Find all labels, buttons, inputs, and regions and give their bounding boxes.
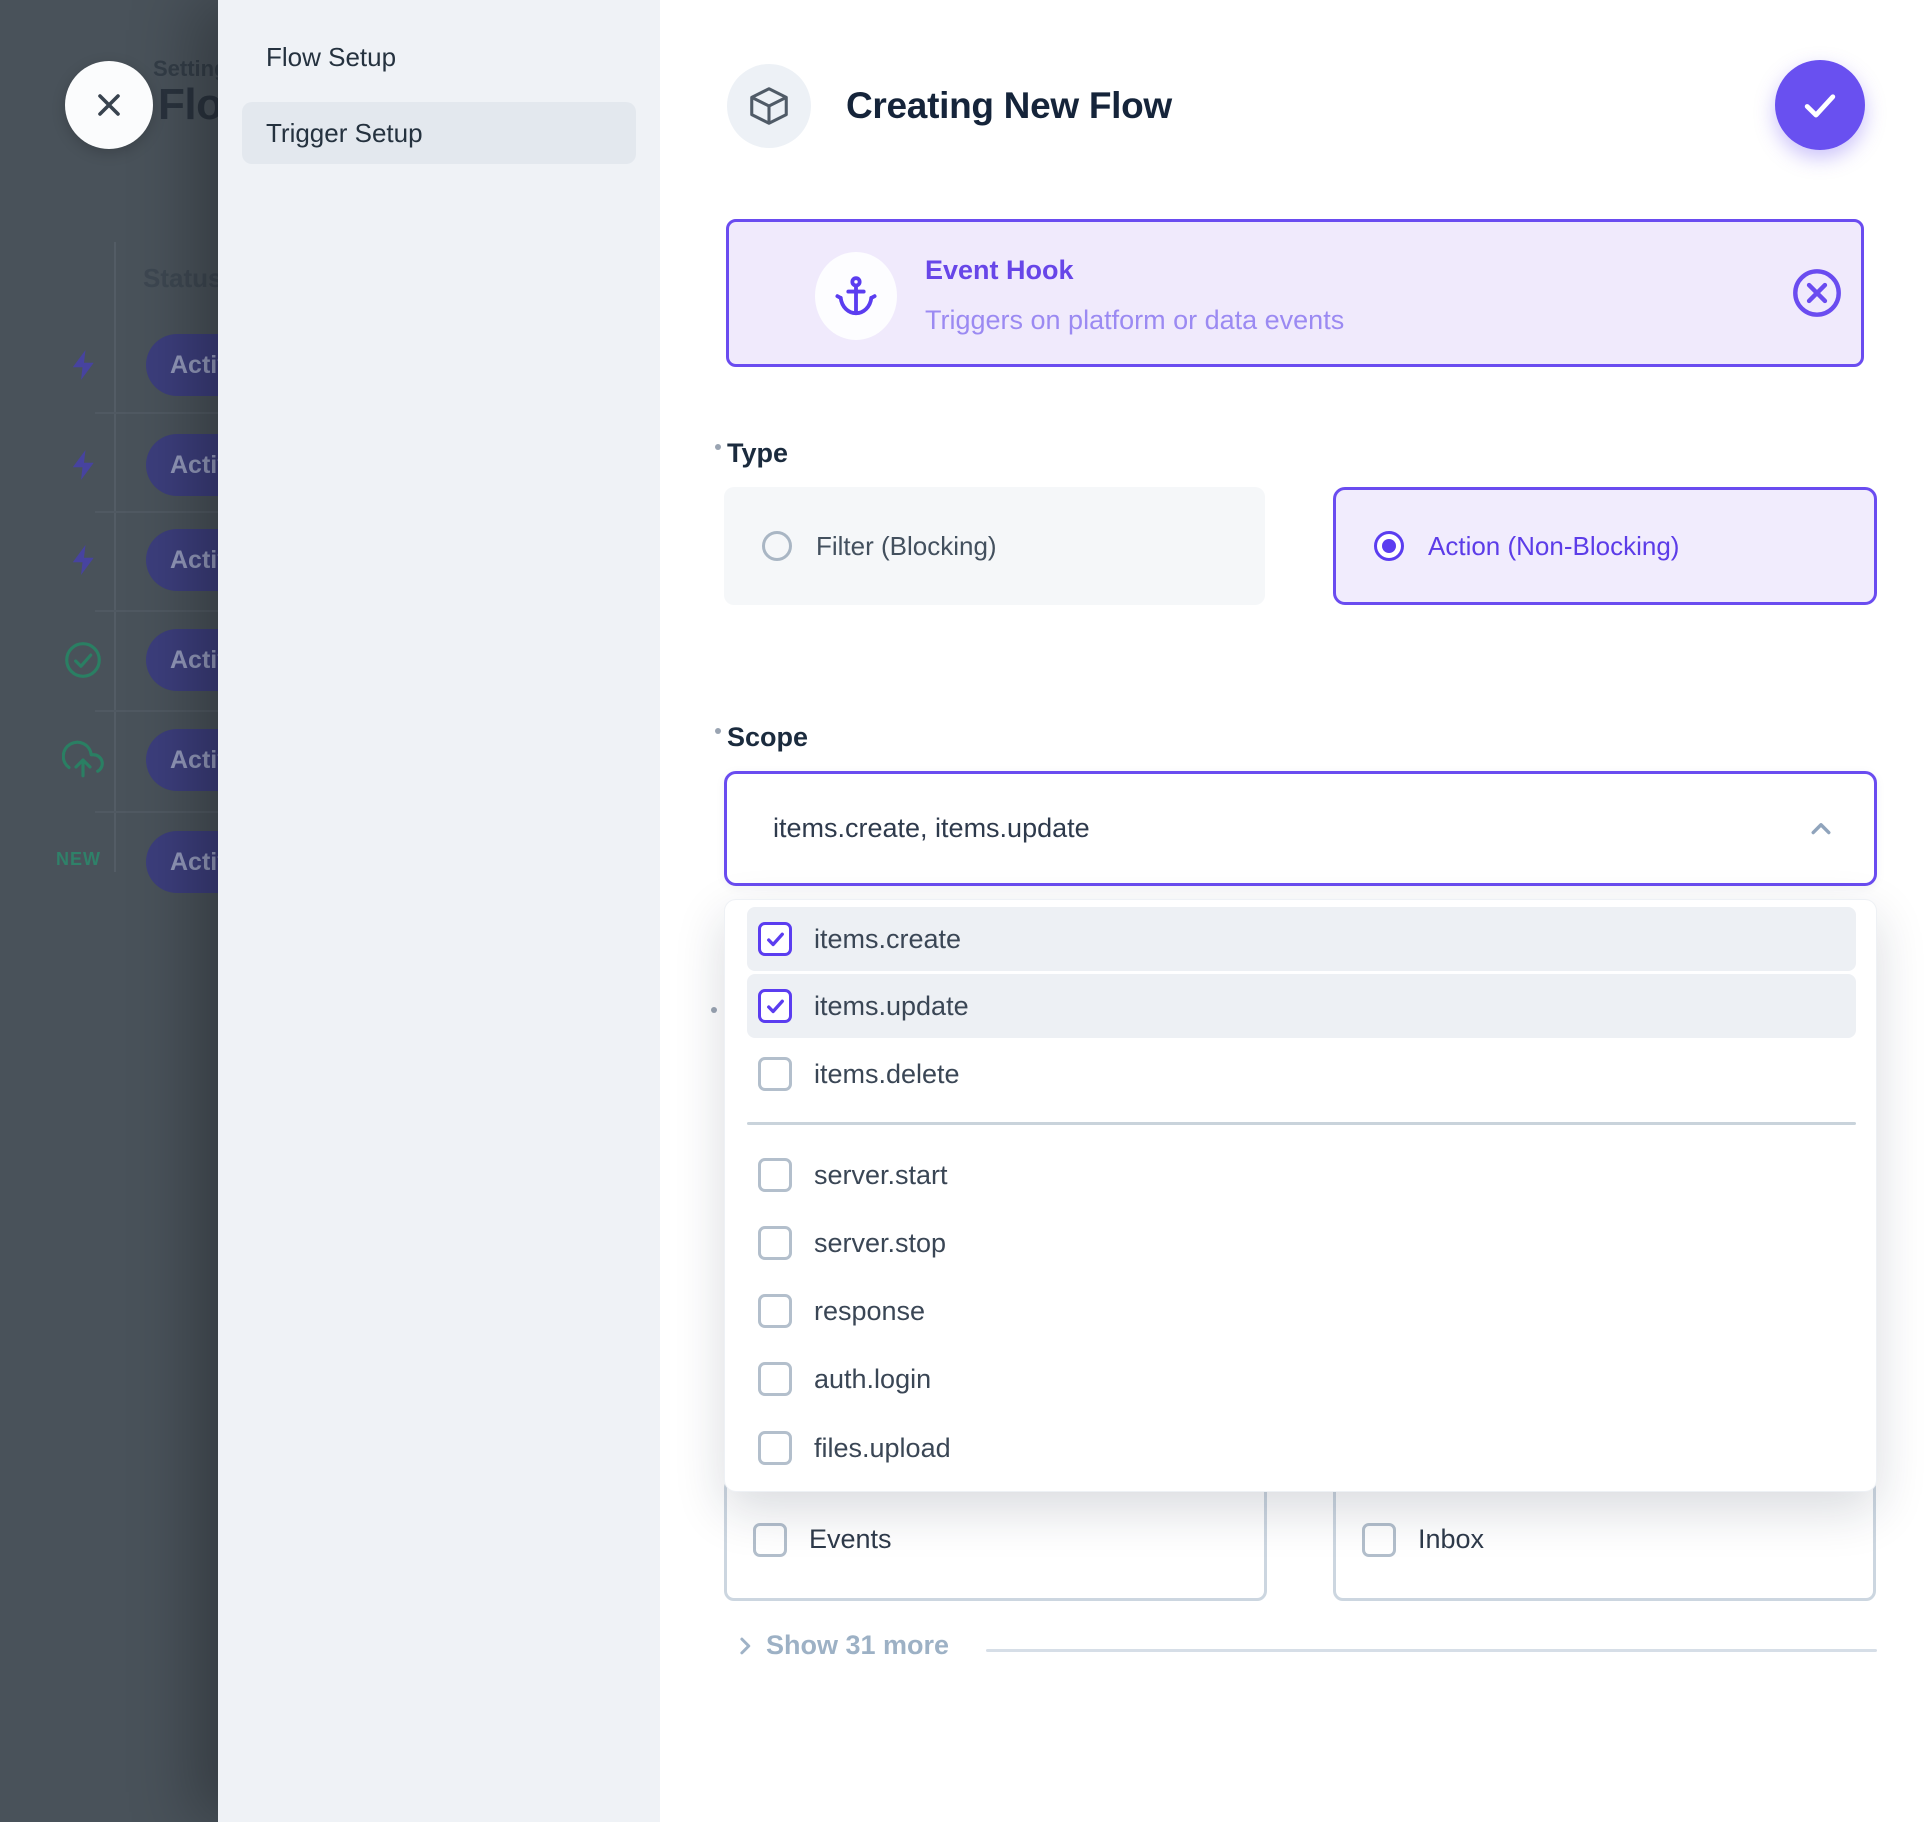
bolt-icon (66, 347, 102, 383)
scope-option-server-start[interactable]: server.start (747, 1143, 1856, 1207)
collection-label: Inbox (1418, 1524, 1484, 1555)
type-option-label: Filter (Blocking) (816, 531, 997, 562)
table-row: Active (0, 629, 218, 691)
divider (986, 1649, 1877, 1652)
checkbox-unchecked-icon[interactable] (758, 1294, 792, 1328)
type-option-action[interactable]: Action (Non-Blocking) (1333, 487, 1877, 605)
scope-option-server-stop[interactable]: server.stop (747, 1211, 1856, 1275)
scope-option-label: server.stop (814, 1228, 946, 1259)
checkbox-unchecked-icon[interactable] (758, 1362, 792, 1396)
scope-option-label: auth.login (814, 1364, 931, 1395)
column-header-status: Status (143, 263, 222, 294)
collection-card-events[interactable]: Events (724, 1478, 1267, 1601)
check-circle-icon (62, 639, 104, 681)
cube-icon (746, 83, 792, 129)
flow-type-badge (727, 64, 811, 148)
chevron-right-icon (730, 1631, 760, 1661)
trigger-name: Event Hook (925, 255, 1074, 286)
checkbox-unchecked-icon[interactable] (758, 1057, 792, 1091)
collection-card-inbox[interactable]: Inbox (1333, 1478, 1876, 1601)
scope-option-label: items.create (814, 924, 961, 955)
scope-option-items-delete[interactable]: items.delete (747, 1042, 1856, 1106)
sidebar-item-trigger-setup[interactable]: Trigger Setup (242, 102, 636, 164)
scope-option-label: files.upload (814, 1433, 951, 1464)
radio-selected-icon[interactable] (1374, 531, 1404, 561)
table-row: Active (0, 729, 218, 791)
checkbox-unchecked-icon[interactable] (758, 1431, 792, 1465)
trigger-description: Triggers on platform or data events (925, 305, 1344, 336)
scope-option-label: items.delete (814, 1059, 960, 1090)
row-divider (95, 811, 218, 813)
type-section-label: Type (727, 438, 788, 469)
type-option-filter[interactable]: Filter (Blocking) (724, 487, 1265, 605)
scope-option-files-upload[interactable]: files.upload (747, 1416, 1856, 1480)
scope-option-label: response (814, 1296, 925, 1327)
checkbox-checked-icon[interactable] (758, 922, 792, 956)
anchor-icon (833, 273, 879, 319)
trigger-avatar (815, 252, 897, 340)
nav-item-label: Trigger Setup (266, 118, 423, 149)
collection-label: Events (809, 1524, 892, 1555)
required-dot (715, 728, 721, 734)
close-icon (91, 87, 127, 123)
checkbox-checked-icon[interactable] (758, 989, 792, 1023)
row-divider (95, 710, 218, 712)
drawer-title: Creating New Flow (846, 85, 1172, 127)
scope-option-label: items.update (814, 991, 969, 1022)
scope-section-label: Scope (727, 722, 808, 753)
dropdown-divider (747, 1122, 1856, 1125)
show-more-button[interactable]: Show 31 more (730, 1630, 949, 1661)
scope-option-items-create[interactable]: items.create (747, 907, 1856, 971)
table-row: Active (0, 334, 218, 396)
row-divider (95, 610, 218, 612)
scope-selected-values: items.create, items.update (773, 813, 1804, 844)
bolt-icon (66, 542, 102, 578)
row-divider (95, 511, 218, 513)
radio-unselected-icon[interactable] (762, 531, 792, 561)
new-tag: NEW (56, 849, 101, 870)
row-divider (95, 412, 218, 414)
check-icon (1798, 83, 1842, 127)
scope-multiselect-input[interactable]: items.create, items.update (724, 771, 1877, 886)
table-row: NEW Active (0, 831, 218, 893)
table-row: Active (0, 434, 218, 496)
required-dot (715, 444, 721, 450)
scope-option-response[interactable]: response (747, 1279, 1856, 1343)
close-drawer-button[interactable] (65, 61, 153, 149)
cloud-upload-icon (62, 739, 104, 781)
bolt-icon (66, 447, 102, 483)
sidebar-item-flow-setup[interactable]: Flow Setup (242, 26, 636, 88)
scope-option-auth-login[interactable]: auth.login (747, 1347, 1856, 1411)
drawer-main: Creating New Flow Event Hook Triggers on… (660, 0, 1924, 1822)
table-row: Active (0, 529, 218, 591)
show-more-label: Show 31 more (766, 1630, 949, 1661)
x-circle-icon (1789, 265, 1845, 321)
chevron-up-icon[interactable] (1804, 812, 1838, 846)
deselect-trigger-button[interactable] (1789, 265, 1845, 321)
required-dot (711, 1007, 717, 1013)
save-flow-button[interactable] (1775, 60, 1865, 150)
checkbox-unchecked-icon[interactable] (758, 1226, 792, 1260)
scope-options-dropdown: items.create items.update items.delete s… (724, 899, 1877, 1492)
scope-option-items-update[interactable]: items.update (747, 974, 1856, 1038)
type-option-label: Action (Non-Blocking) (1428, 531, 1679, 562)
checkbox-unchecked-icon[interactable] (753, 1523, 787, 1557)
scope-option-label: server.start (814, 1160, 948, 1191)
checkbox-unchecked-icon[interactable] (1362, 1523, 1396, 1557)
drawer-sidebar: Flow Setup Trigger Setup (218, 0, 660, 1822)
nav-item-label: Flow Setup (266, 42, 396, 73)
selected-trigger-card: Event Hook Triggers on platform or data … (726, 219, 1864, 367)
creating-flow-drawer: Flow Setup Trigger Setup Creating New Fl… (218, 0, 1924, 1822)
checkbox-unchecked-icon[interactable] (758, 1158, 792, 1192)
